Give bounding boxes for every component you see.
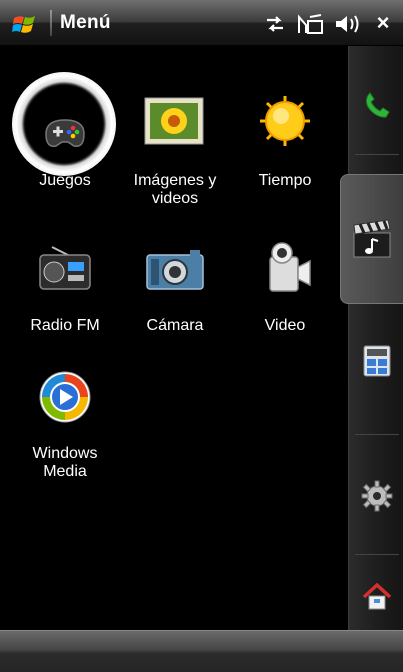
app-label: Tiempo <box>258 172 312 189</box>
app-label: Imágenes y videos <box>133 172 217 207</box>
calculator-icon <box>363 345 390 377</box>
windows-start-icon[interactable] <box>12 12 42 36</box>
close-button[interactable]: × <box>372 12 394 35</box>
app-label: Juegos <box>39 172 91 189</box>
pictures-icon <box>144 97 204 145</box>
pocket-pc-screen: Menú × Juegos Imágenes y videos Tiempo R… <box>0 0 403 672</box>
media-clapper-icon <box>353 219 391 258</box>
app-label: Radio FM <box>30 317 100 334</box>
app-label: Windows Media <box>32 445 98 480</box>
sync-arrows-icon[interactable] <box>264 13 286 35</box>
app-tiempo[interactable]: Tiempo <box>230 92 340 190</box>
settings-gear-icon <box>361 480 392 512</box>
sidebar-item-media[interactable] <box>340 174 403 304</box>
bottom-soft-key-bar[interactable] <box>0 630 403 672</box>
sidebar-divider <box>355 154 399 155</box>
sidebar-item-settings[interactable] <box>349 466 403 526</box>
app-camara[interactable]: Cámara <box>120 237 230 335</box>
games-icon <box>45 119 85 147</box>
home-icon <box>362 583 391 610</box>
title-separator <box>50 10 52 36</box>
app-grid: Juegos Imágenes y videos Tiempo Radio FM… <box>10 62 340 632</box>
sidebar <box>340 46 403 630</box>
weather-sun-icon <box>260 96 310 146</box>
sidebar-item-home[interactable] <box>349 571 403 623</box>
app-windows-media[interactable]: Windows Media <box>10 365 120 481</box>
camera-icon <box>146 250 204 290</box>
sidebar-item-calculator[interactable] <box>349 331 403 391</box>
signal-off-icon[interactable] <box>296 13 324 35</box>
app-label: Video <box>264 317 306 334</box>
app-label: Cámara <box>146 317 204 334</box>
windows-media-icon <box>39 371 91 423</box>
sidebar-item-phone[interactable] <box>349 74 403 136</box>
sidebar-divider <box>355 434 399 435</box>
app-radio-fm[interactable]: Radio FM <box>10 237 120 335</box>
app-video[interactable]: Video <box>230 237 340 335</box>
title-bar: Menú × <box>0 0 403 46</box>
app-juegos[interactable]: Juegos <box>10 92 120 190</box>
radio-icon <box>39 246 91 290</box>
video-camera-icon <box>269 242 311 292</box>
volume-icon[interactable] <box>334 13 360 35</box>
app-imagenes-videos[interactable]: Imágenes y videos <box>120 92 230 208</box>
phone-icon <box>365 92 390 118</box>
sidebar-divider <box>355 554 399 555</box>
page-title: Menú <box>60 12 111 33</box>
